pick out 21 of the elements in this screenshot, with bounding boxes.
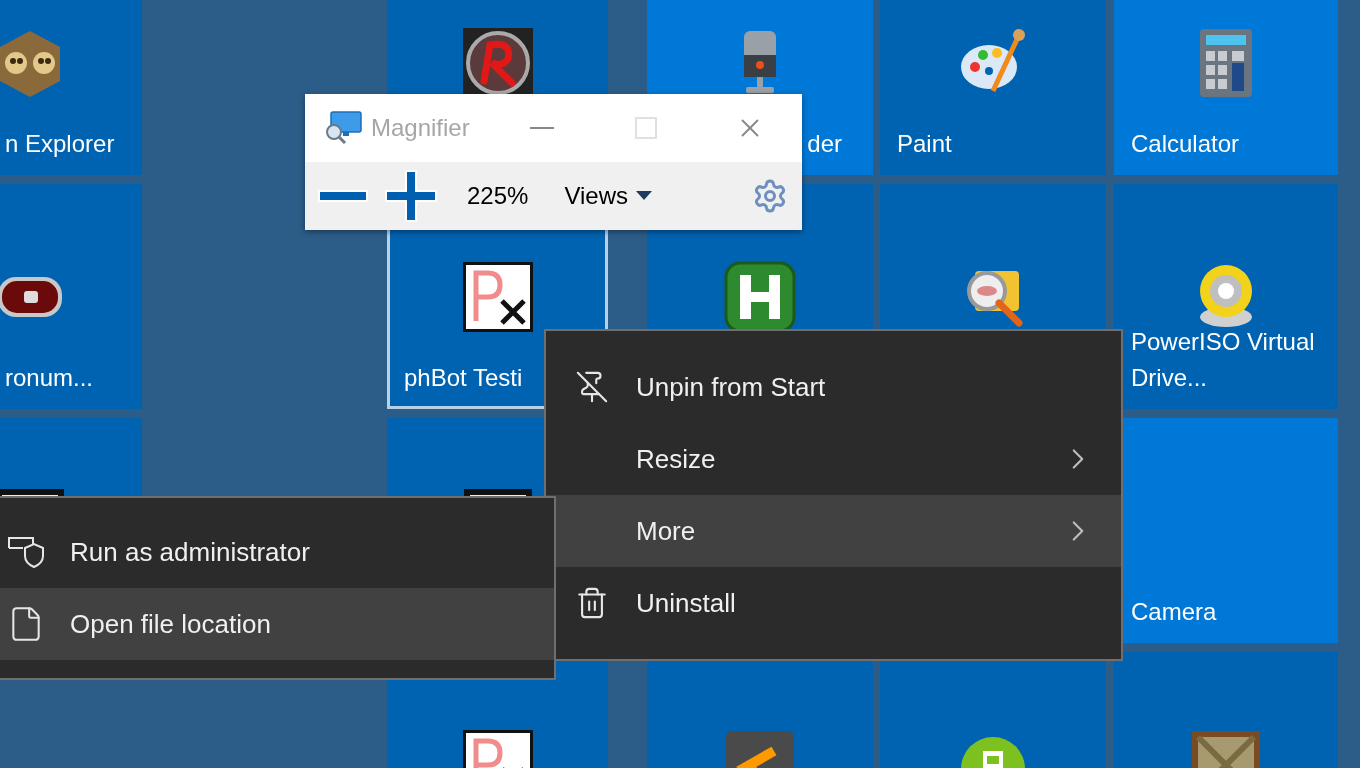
zoom-level: 225% — [467, 181, 529, 211]
caret-icon — [636, 191, 652, 201]
app-tile[interactable]: ronum... — [0, 184, 142, 409]
minimize-icon — [530, 127, 554, 129]
settings-icon — [752, 178, 788, 214]
minus-icon — [318, 190, 368, 202]
magnifier-app-icon — [323, 110, 363, 146]
zoom-in-button[interactable] — [383, 168, 439, 224]
app-tile[interactable]: PowerISO Virtual Drive... — [1114, 184, 1338, 409]
maximize-icon — [635, 117, 657, 139]
px-icon — [461, 261, 534, 333]
app-tile[interactable]: Paint — [880, 0, 1106, 175]
plus-icon — [385, 170, 437, 222]
menu-item[interactable]: Open file location — [0, 588, 554, 660]
app-tile[interactable]: n Explorer — [0, 0, 142, 175]
unpin-icon — [575, 370, 609, 404]
trash-icon — [575, 586, 609, 620]
menu-item[interactable]: More — [546, 495, 1121, 567]
window-title: Magnifier — [371, 113, 470, 143]
app-tile[interactable]: Calculator — [1114, 0, 1338, 175]
admin-shield-icon — [7, 536, 45, 568]
